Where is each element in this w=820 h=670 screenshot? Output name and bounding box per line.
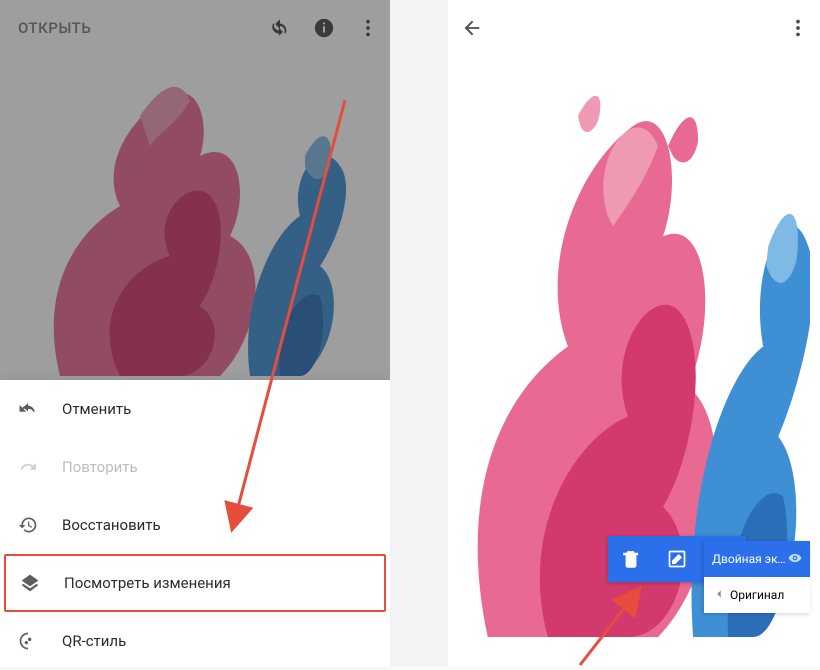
- dim-overlay: [0, 56, 390, 380]
- menu-item-redo: Повторить: [0, 438, 390, 496]
- open-button[interactable]: ОТКРЫТЬ: [18, 19, 91, 37]
- menu-item-qr-style[interactable]: QR-стиль: [0, 612, 390, 670]
- gap: [390, 0, 448, 667]
- stack-undo-icon[interactable]: [258, 0, 302, 56]
- left-screenshot: ОТКРЫТЬ: [0, 0, 390, 667]
- right-image[interactable]: Двойная экс… Оригинал: [458, 56, 810, 647]
- layer-label: Двойная экс…: [712, 552, 788, 566]
- back-button[interactable]: [448, 0, 496, 56]
- right-top-bar: [448, 0, 820, 56]
- layers-popup: Двойная экс… Оригинал: [704, 541, 810, 613]
- eye-icon: [788, 551, 802, 568]
- menu-item-undo[interactable]: Отменить: [0, 380, 390, 438]
- edit-button[interactable]: [654, 536, 700, 582]
- history-icon: [18, 515, 52, 535]
- menu-label: QR-стиль: [62, 632, 126, 650]
- more-vert-icon[interactable]: [346, 0, 390, 56]
- menu-label: Повторить: [62, 458, 138, 476]
- info-icon[interactable]: [302, 0, 346, 56]
- left-image: [0, 56, 390, 380]
- delete-button[interactable]: [608, 536, 654, 582]
- left-top-bar: ОТКРЫТЬ: [0, 0, 390, 56]
- layer-label: Оригинал: [730, 588, 802, 602]
- menu-label: Отменить: [62, 400, 131, 418]
- redo-icon: [18, 457, 52, 477]
- menu-label: Восстановить: [62, 516, 161, 534]
- bottom-sheet-menu: Отменить Повторить Восстановить Посмотре…: [0, 380, 390, 667]
- menu-label: Посмотреть изменения: [64, 574, 231, 592]
- right-screenshot: Двойная экс… Оригинал: [448, 0, 820, 667]
- layer-row-active[interactable]: Двойная экс…: [704, 541, 810, 577]
- more-vert-icon[interactable]: [776, 0, 820, 56]
- menu-item-view-changes[interactable]: Посмотреть изменения: [4, 554, 386, 612]
- chevron-left-icon: [712, 587, 726, 604]
- qr-style-icon: [18, 631, 52, 651]
- undo-icon: [18, 399, 52, 419]
- layers-icon: [20, 573, 54, 593]
- left-top-area: ОТКРЫТЬ: [0, 0, 390, 380]
- layer-row-original[interactable]: Оригинал: [704, 577, 810, 613]
- menu-item-restore[interactable]: Восстановить: [0, 496, 390, 554]
